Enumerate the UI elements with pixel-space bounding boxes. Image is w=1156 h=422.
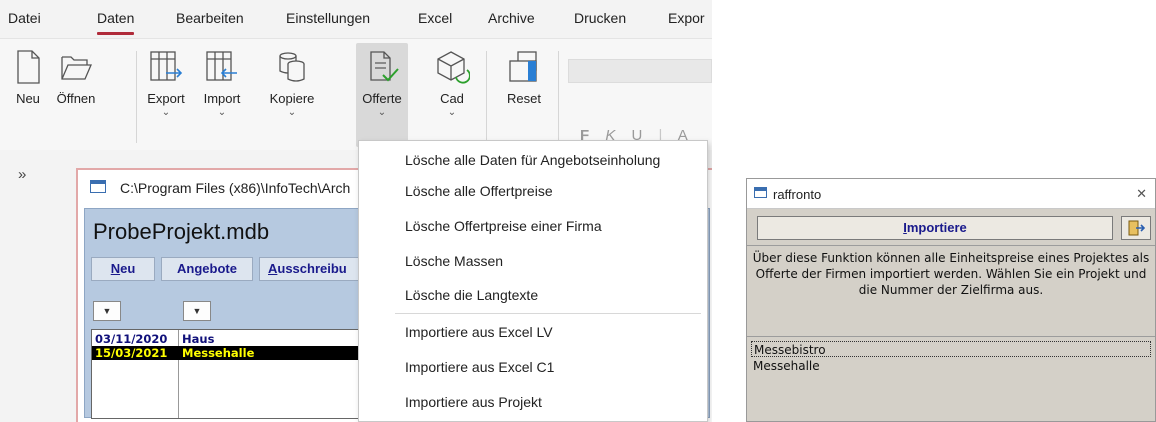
tab-daten[interactable]: Daten	[97, 10, 135, 35]
name-filter-dropdown[interactable]: ▼	[183, 301, 211, 321]
project-window-path: C:\Program Files (x86)\InfoTech\Arch	[120, 180, 351, 196]
new-button-label: Neu	[16, 91, 40, 106]
project-title: ProbeProjekt.mdb	[93, 219, 270, 244]
open-button-label: Öffnen	[56, 91, 96, 106]
collapse-nav-button[interactable]: »	[18, 166, 26, 183]
menu-item-import-excel-lv[interactable]: Importiere aus Excel LV	[405, 324, 553, 340]
chevron-down-icon: ⌄	[217, 107, 227, 118]
project-list: Messebistro Messehalle	[749, 339, 1153, 421]
tab-einstellungen[interactable]: Einstellungen	[286, 10, 370, 26]
tab-archive[interactable]: Archive	[488, 10, 535, 26]
offer-button[interactable]: Offerte ⌄	[356, 43, 408, 147]
ribbon-separator	[136, 51, 137, 143]
cad-cube-icon	[437, 51, 470, 84]
import-table-icon	[206, 51, 237, 81]
copy-database-icon	[279, 52, 305, 82]
tab-bearbeiten[interactable]: Bearbeiten	[176, 10, 244, 26]
import-button-label: Import	[203, 91, 241, 106]
menu-item-delete-quantities[interactable]: Lösche Massen	[405, 253, 503, 269]
menu-item-delete-long-texts[interactable]: Lösche die Langtexte	[405, 287, 538, 303]
chevron-down-icon: ⌄	[161, 107, 171, 118]
form-icon	[754, 187, 767, 198]
menu-item-import-project[interactable]: Importiere aus Projekt	[405, 394, 542, 410]
close-icon[interactable]: ✕	[1136, 186, 1147, 202]
date-filter-dropdown[interactable]: ▼	[93, 301, 121, 321]
copy-button[interactable]: Kopiere ⌄	[264, 43, 320, 147]
offer-button-label: Offerte	[362, 91, 402, 106]
list-item-selected[interactable]: Messebistro	[751, 341, 1151, 357]
offers-button[interactable]: Angebote	[161, 257, 253, 281]
dialog-description: Über diese Funktion können alle Einheits…	[747, 245, 1155, 337]
ribbon-separator	[486, 51, 487, 143]
export-button[interactable]: Export ⌄	[142, 43, 190, 147]
import-button[interactable]: Importiere	[757, 216, 1113, 240]
open-folder-icon	[61, 56, 92, 80]
offer-document-check-icon	[370, 51, 399, 82]
menu-item-delete-company-offer-prices[interactable]: Lösche Offertpreise einer Firma	[405, 218, 602, 234]
open-button[interactable]: Öffnen	[52, 43, 100, 147]
offer-dropdown-menu: Lösche alle Daten für Angebotseinholung …	[358, 140, 708, 422]
tab-export[interactable]: Expor	[668, 10, 705, 26]
reset-button-label: Reset	[507, 91, 541, 106]
copy-button-label: Kopiere	[269, 91, 315, 106]
menu-item-delete-all-tender-data[interactable]: Lösche alle Daten für Angebotseinholung	[405, 152, 660, 168]
cad-button[interactable]: Cad ⌄	[428, 43, 476, 147]
menu-item-import-excel-c1[interactable]: Importiere aus Excel C1	[405, 359, 554, 375]
access-application: Datei Daten Bearbeiten Einstellungen Exc…	[0, 0, 712, 422]
export-table-icon	[150, 51, 183, 81]
raffronto-dialog: raffronto ✕ Importiere Über diese Funkti…	[746, 178, 1156, 422]
chevron-down-icon: ⌄	[377, 107, 387, 118]
tender-button[interactable]: Ausschreibu	[259, 257, 369, 281]
chevron-down-icon: ⌄	[447, 107, 457, 118]
font-name-combo[interactable]	[568, 59, 712, 83]
reset-button[interactable]: Reset	[500, 43, 548, 147]
chevron-down-icon: ⌄	[287, 107, 297, 118]
tab-excel[interactable]: Excel	[418, 10, 452, 26]
exit-door-icon	[1128, 220, 1145, 236]
list-item[interactable]: Messehalle	[751, 358, 1151, 374]
menu-bar: Datei Daten Bearbeiten Einstellungen Exc…	[0, 0, 712, 36]
form-icon	[90, 180, 106, 193]
exit-button[interactable]	[1121, 216, 1151, 240]
new-button[interactable]: Neu	[4, 43, 52, 147]
menu-item-delete-all-offer-prices[interactable]: Lösche alle Offertpreise	[405, 183, 553, 199]
ribbon-separator	[558, 51, 559, 143]
dialog-title: raffronto	[773, 187, 822, 202]
export-button-label: Export	[147, 91, 185, 106]
cad-button-label: Cad	[440, 91, 464, 106]
tab-drucken[interactable]: Drucken	[574, 10, 626, 26]
dialog-titlebar: raffronto ✕	[747, 179, 1155, 209]
new-document-icon	[17, 50, 40, 84]
import-button[interactable]: Import ⌄	[198, 43, 246, 147]
ribbon: Neu Öffnen Export ⌄ Import ⌄ Kopiere ⌄ O…	[0, 38, 712, 150]
reset-window-icon	[509, 51, 537, 82]
menu-separator	[395, 313, 701, 314]
tab-datei[interactable]: Datei	[8, 10, 41, 26]
new-project-button[interactable]: Neu	[91, 257, 155, 281]
